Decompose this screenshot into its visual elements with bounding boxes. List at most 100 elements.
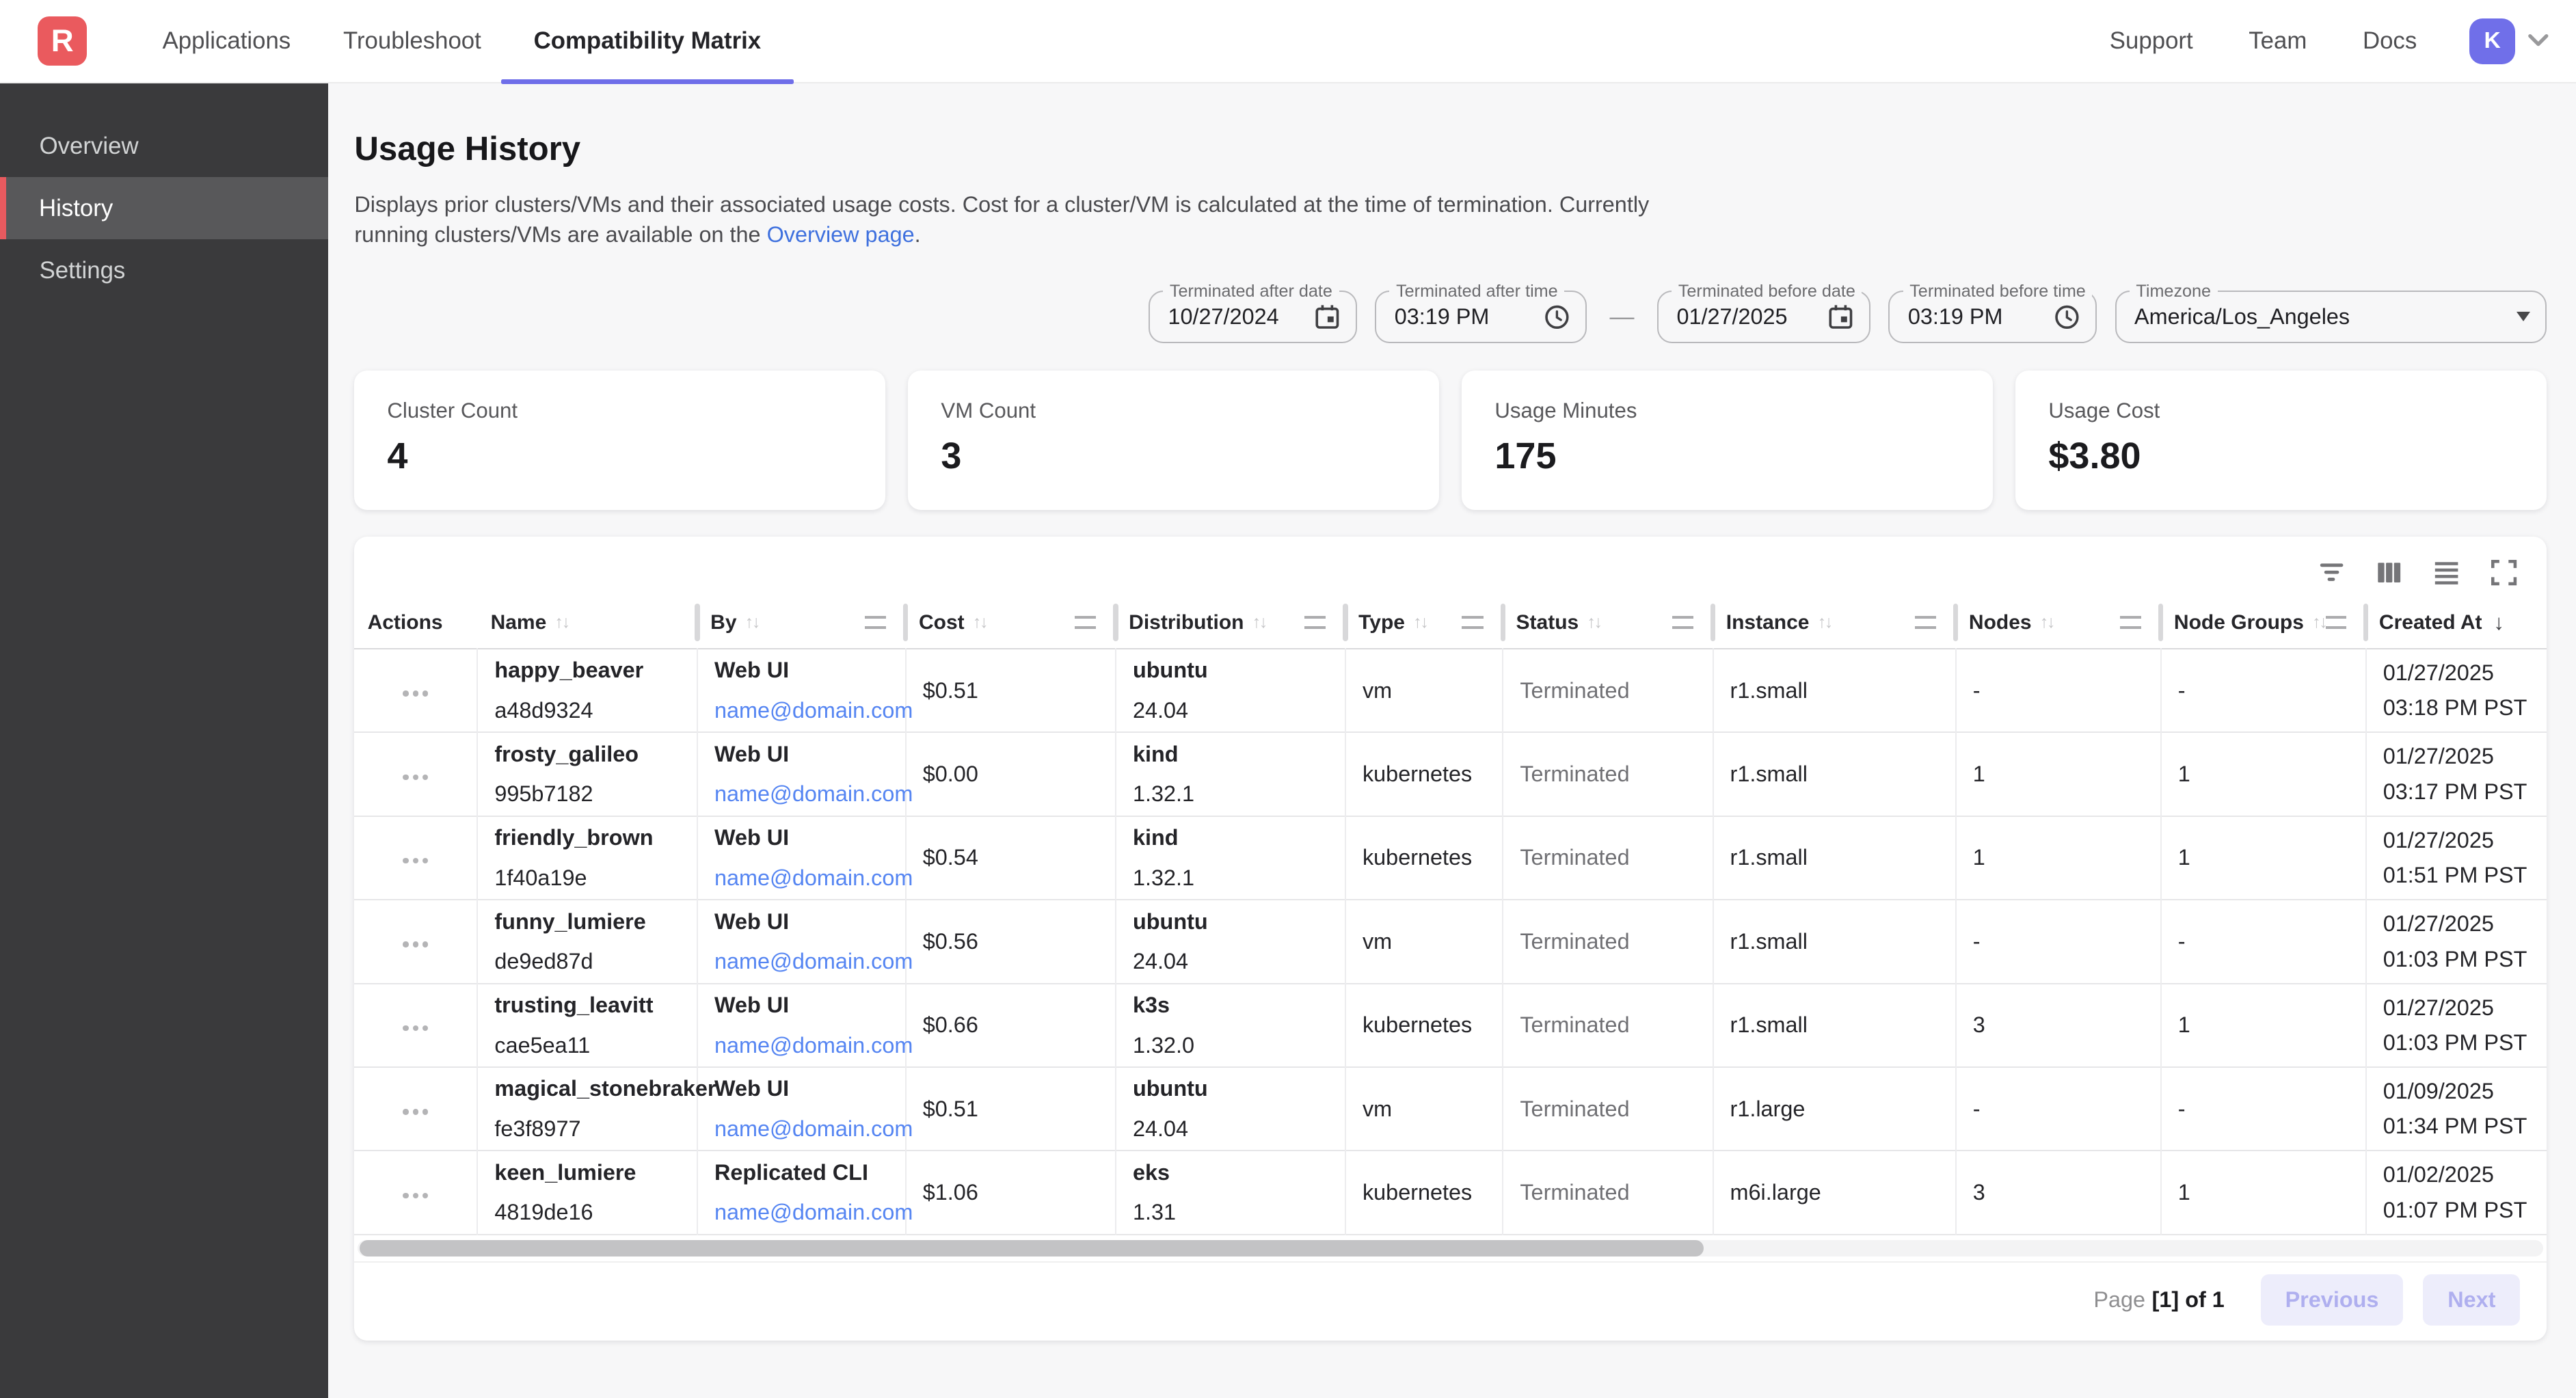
cell-nodes: 3 <box>1956 1151 2161 1234</box>
column-resize-handle[interactable] <box>2326 616 2346 629</box>
column-header-created_at[interactable]: Created At↓ <box>2366 597 2547 649</box>
calendar-icon[interactable] <box>1827 303 1855 331</box>
cell-instance: r1.large <box>1713 1067 1956 1151</box>
field-label: Terminated before date <box>1672 282 1862 301</box>
terminated-before-date-field[interactable]: Terminated before date 01/27/2025 <box>1657 291 1870 343</box>
created-by-source: Web UI <box>714 825 889 850</box>
column-header-status[interactable]: Status ↑↓ <box>1503 597 1713 649</box>
cell-actions <box>354 1067 477 1151</box>
cell-status: Terminated <box>1503 900 1713 983</box>
clock-icon[interactable] <box>1543 303 1571 331</box>
column-header-by[interactable]: By↑↓ <box>697 597 906 649</box>
table-row: frosty_galileo995b7182Web UIname@domain.… <box>354 732 2546 816</box>
column-resize-handle[interactable] <box>865 616 886 629</box>
column-resize-handle[interactable] <box>2120 616 2141 629</box>
dropdown-caret-icon[interactable] <box>2517 312 2530 321</box>
column-resize-handle[interactable] <box>1075 616 1096 629</box>
cell-name: trusting_leavittcae5ea11 <box>477 984 697 1067</box>
cell-distribution: kind1.32.1 <box>1116 732 1345 816</box>
cell-node-groups: 1 <box>2161 1151 2366 1234</box>
row-actions-button[interactable] <box>394 1185 436 1207</box>
row-actions-button[interactable] <box>394 933 436 955</box>
distribution-name: eks <box>1133 1160 1328 1185</box>
tab-compatibility-matrix[interactable]: Compatibility Matrix <box>518 0 778 82</box>
email-link[interactable]: name@domain.com <box>714 1116 913 1141</box>
sort-icon: ↑↓ <box>554 613 568 632</box>
clock-icon[interactable] <box>2053 303 2081 331</box>
row-actions-button[interactable] <box>394 850 436 872</box>
email-link[interactable]: name@domain.com <box>714 865 913 890</box>
columns-icon[interactable] <box>2372 556 2405 589</box>
table-row: keen_lumiere4819de16Replicated CLIname@d… <box>354 1151 2546 1234</box>
created-by-source: Web UI <box>714 658 889 683</box>
horizontal-scrollbar-thumb[interactable] <box>360 1240 1704 1256</box>
email-link[interactable]: name@domain.com <box>714 1200 913 1224</box>
row-actions-button[interactable] <box>394 682 436 704</box>
email-link[interactable]: name@domain.com <box>714 1033 913 1058</box>
cell-status: Terminated <box>1503 984 1713 1067</box>
sidebar-item-settings[interactable]: Settings <box>0 239 328 301</box>
sidebar-item-overview[interactable]: Overview <box>0 115 328 177</box>
column-resize-handle[interactable] <box>1915 616 1936 629</box>
column-header-instance[interactable]: Instance↑↓ <box>1713 597 1956 649</box>
overview-page-link[interactable]: Overview page <box>767 222 915 247</box>
sort-icon: ↑↓ <box>1587 613 1600 632</box>
page-title: Usage History <box>354 128 2546 170</box>
cell-by: Web UIname@domain.com <box>697 984 906 1067</box>
stat-label: Cluster Count <box>387 399 852 423</box>
nav-link-team[interactable]: Team <box>2249 27 2307 55</box>
email-link[interactable]: name@domain.com <box>714 781 913 806</box>
timezone-select[interactable]: Timezone America/Los_Angeles <box>2115 291 2547 343</box>
column-resize-handle[interactable] <box>1462 616 1483 629</box>
cell-actions <box>354 649 477 732</box>
cell-instance: r1.small <box>1713 984 1956 1067</box>
column-header-name[interactable]: Name↑↓ <box>477 597 697 649</box>
field-value: 10/27/2024 <box>1168 304 1279 330</box>
cell-instance: r1.small <box>1713 816 1956 900</box>
terminated-after-date-field[interactable]: Terminated after date 10/27/2024 <box>1149 291 1357 343</box>
nav-link-support[interactable]: Support <box>2110 27 2193 55</box>
column-header-node_groups[interactable]: Node Groups↑↓ <box>2161 597 2366 649</box>
column-resize-handle[interactable] <box>1304 616 1326 629</box>
sort-icon: ↑↓ <box>2040 613 2054 632</box>
distribution-name: ubuntu <box>1133 909 1328 935</box>
stat-card-usage-cost: Usage Cost $3.80 <box>2015 371 2546 510</box>
row-actions-button[interactable] <box>394 1017 436 1039</box>
user-avatar[interactable]: K <box>2469 18 2515 64</box>
column-label: Status <box>1516 611 1579 634</box>
sidebar-item-history[interactable]: History <box>0 177 328 239</box>
filter-icon[interactable] <box>2315 556 2348 589</box>
distribution-name: ubuntu <box>1133 658 1328 683</box>
chevron-down-icon[interactable] <box>2527 33 2550 49</box>
tab-applications[interactable]: Applications <box>136 0 317 82</box>
column-header-distribution[interactable]: Distribution↑↓ <box>1116 597 1345 649</box>
page-description: Displays prior clusters/VMs and their as… <box>354 190 1670 249</box>
density-icon[interactable] <box>2430 556 2463 589</box>
calendar-icon[interactable] <box>1313 303 1341 331</box>
top-nav: R Applications Troubleshoot Compatibilit… <box>0 0 2576 83</box>
row-actions-button[interactable] <box>394 766 436 788</box>
cluster-name: trusting_leavitt <box>494 993 680 1018</box>
replicated-logo[interactable]: R <box>38 16 87 66</box>
column-header-cost[interactable]: Cost↑↓ <box>906 597 1116 649</box>
nav-link-docs[interactable]: Docs <box>2363 27 2417 55</box>
cell-by: Web UIname@domain.com <box>697 1067 906 1151</box>
terminated-after-time-field[interactable]: Terminated after time 03:19 PM <box>1375 291 1587 343</box>
field-value: 03:19 PM <box>1908 304 2003 330</box>
tab-troubleshoot[interactable]: Troubleshoot <box>317 0 508 82</box>
email-link[interactable]: name@domain.com <box>714 698 913 723</box>
column-header-type[interactable]: Type↑↓ <box>1345 597 1503 649</box>
email-link[interactable]: name@domain.com <box>714 949 913 973</box>
created-date: 01/02/2025 <box>2383 1162 2530 1187</box>
cell-created-at: 01/27/202501:03 PM PST <box>2366 984 2547 1067</box>
cell-type: vm <box>1345 1067 1503 1151</box>
terminated-before-time-field[interactable]: Terminated before time 03:19 PM <box>1888 291 2097 343</box>
fullscreen-icon[interactable] <box>2487 556 2520 589</box>
stat-value: $3.80 <box>2048 435 2513 477</box>
row-actions-button[interactable] <box>394 1101 436 1123</box>
next-page-button[interactable]: Next <box>2423 1274 2520 1326</box>
previous-page-button[interactable]: Previous <box>2261 1274 2404 1326</box>
column-header-nodes[interactable]: Nodes↑↓ <box>1956 597 2161 649</box>
cell-type: kubernetes <box>1345 984 1503 1067</box>
column-resize-handle[interactable] <box>1672 616 1693 629</box>
